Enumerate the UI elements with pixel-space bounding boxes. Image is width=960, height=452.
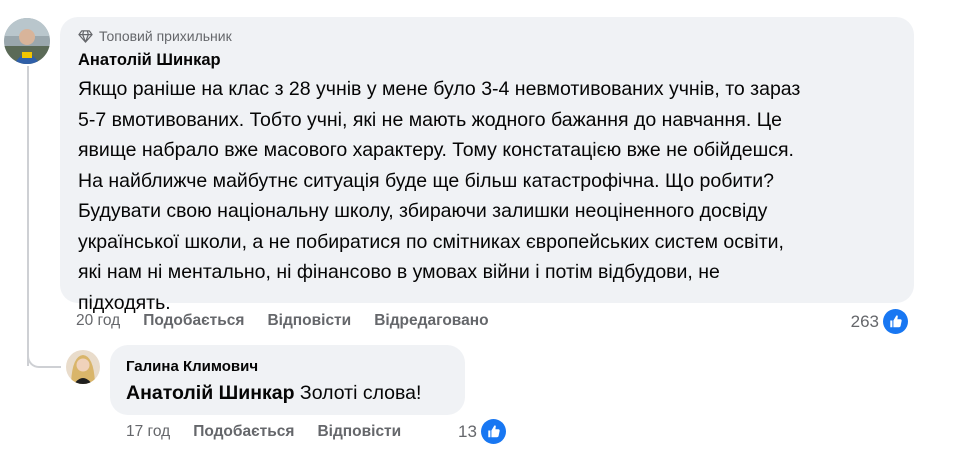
reply-button[interactable]: Відповісти (267, 312, 351, 330)
reply-author[interactable]: Галина Климович (126, 358, 258, 375)
reply-actions: 17 год Подобається Відповісти (126, 423, 401, 441)
comment-line: української школи, а не побиратися по см… (78, 230, 784, 253)
like-button[interactable]: Подобається (193, 423, 294, 441)
thread-connector (27, 340, 61, 368)
top-fan-badge: Топовий прихильник (78, 28, 232, 44)
comment-line: які нам ні ментально, ні фінансово в умо… (78, 261, 720, 283)
thumbs-up-icon (480, 419, 506, 444)
thumbs-up-icon (883, 309, 908, 334)
comment-timestamp[interactable]: 20 год (76, 312, 120, 330)
reaction-summary[interactable]: 263 (851, 309, 908, 334)
edited-label[interactable]: Відредаговано (374, 312, 488, 330)
comment-actions: 20 год Подобається Відповісти Відредагов… (76, 312, 489, 330)
comment-line: Якщо раніше на клас з 28 учнів у мене бу… (78, 78, 801, 100)
reply-timestamp[interactable]: 17 год (126, 423, 170, 441)
reaction-count: 263 (850, 311, 879, 331)
badge-label: Топовий прихильник (99, 28, 232, 44)
avatar[interactable] (66, 350, 100, 384)
comment-line: явище набрало вже масового характеру. То… (78, 139, 794, 161)
comment-bubble: Топовий прихильник Анатолій Шинкар Якщо … (60, 17, 914, 314)
reply-button[interactable]: Відповісти (317, 423, 401, 441)
comment-line: На найближче майбутнє ситуація буде ще б… (78, 169, 774, 192)
comment-text: Якщо раніше на клас з 28 учнів у мене бу… (78, 74, 903, 318)
comment-line: 5-7 вмотивованих. Тобто учні, які не маю… (78, 108, 782, 131)
avatar[interactable] (4, 18, 50, 64)
mention-link[interactable]: Анатолій Шинкар (126, 382, 295, 404)
comment-author[interactable]: Анатолій Шинкар (78, 51, 221, 70)
diamond-icon (78, 29, 93, 43)
reply-bubble: Галина Климович Анатолій Шинкар Золоті с… (110, 345, 465, 415)
thread-line (27, 66, 29, 366)
reaction-summary[interactable]: 13 (458, 419, 506, 444)
comment-line: Будувати свою національну школу, збираюч… (78, 200, 768, 222)
reply-text: Анатолій Шинкар Золоті слова! (126, 380, 421, 406)
reaction-count: 13 (458, 421, 477, 441)
like-button[interactable]: Подобається (143, 312, 244, 330)
reply-body: Золоті слова! (294, 382, 422, 404)
